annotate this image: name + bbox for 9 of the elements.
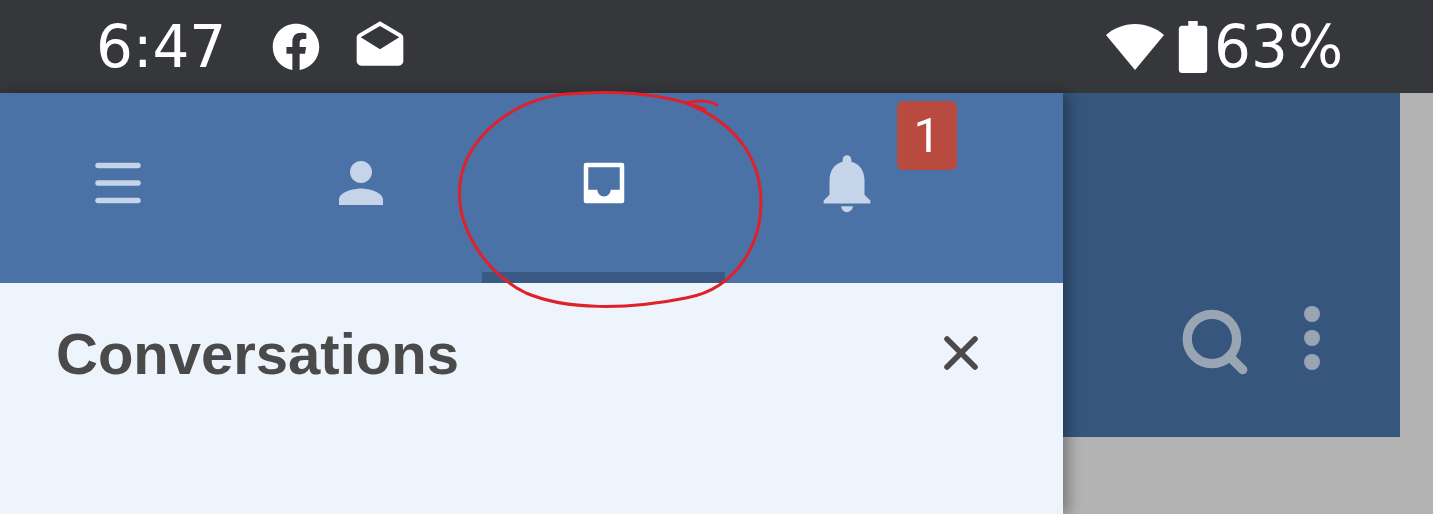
tab[interactable]: 1 [725, 93, 968, 283]
status-time: 6:47 [96, 17, 227, 76]
wifi-icon [1106, 23, 1165, 70]
battery-percent: 63% [1214, 17, 1343, 76]
facebook-icon [272, 22, 321, 71]
panel-title: Conversations [56, 319, 459, 388]
battery-icon [1178, 20, 1209, 73]
more-icon[interactable] [1302, 305, 1322, 371]
notification-badge: 1 [897, 101, 957, 170]
